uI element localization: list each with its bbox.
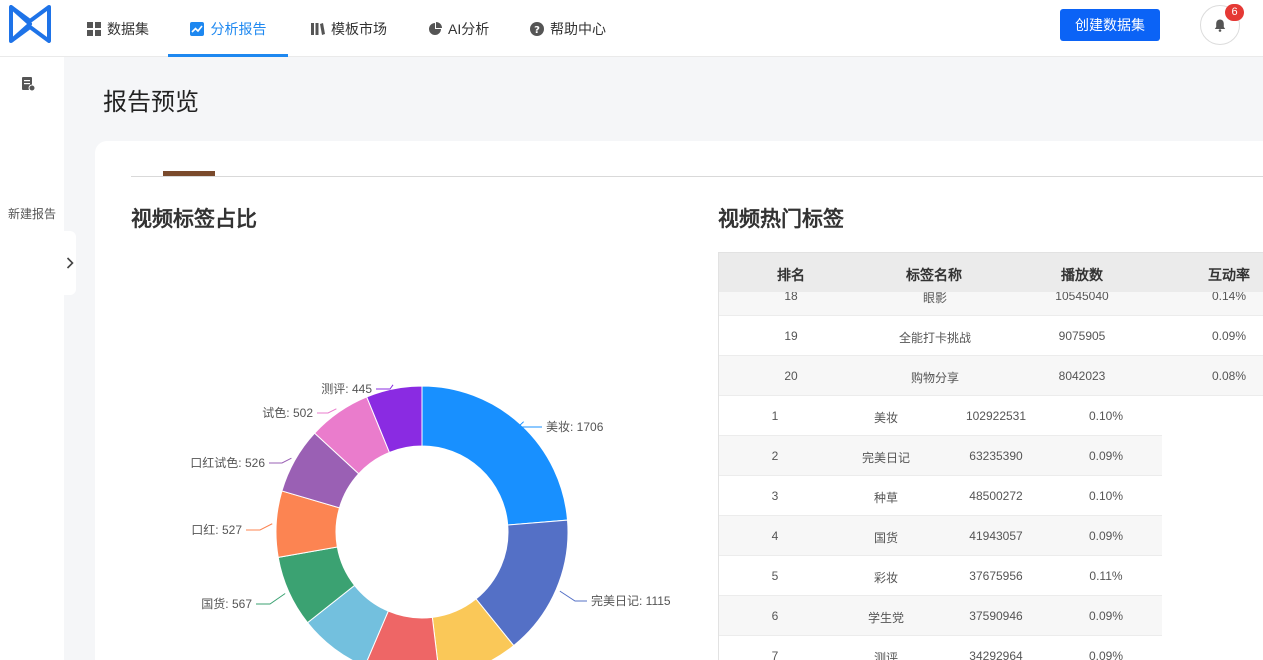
donut-label-leader [317, 408, 337, 414]
donut-label-leader [269, 457, 292, 464]
table-cell: 102922531 [965, 409, 1027, 423]
table-cell: 0.09% [1088, 529, 1124, 543]
table-row[interactable]: 19 全能打卡挑战 9075905 0.09% [719, 316, 1263, 356]
table-cell: 4 [771, 529, 779, 543]
help-icon: ? [529, 21, 544, 36]
new-report-link[interactable]: 新建报告 [0, 205, 64, 222]
table-cell: 购物分享 [910, 371, 959, 385]
table-header-cell[interactable]: 互动率 [1189, 265, 1263, 285]
donut-slice-label: 完美日记: 1115 [591, 593, 671, 608]
grid-icon [86, 21, 101, 36]
nav-item-help-center[interactable]: ? 帮助中心 [529, 0, 606, 57]
report-doc-icon[interactable] [21, 77, 35, 91]
donut-slice-label: 试色: 502 [262, 405, 313, 420]
donut-label-leader [376, 384, 394, 390]
table-cell: 48500272 [969, 489, 1023, 503]
table-cell: 0.10% [1088, 409, 1124, 423]
table-cell: 0.09% [1088, 449, 1124, 463]
table-row[interactable]: 3 种草 48500272 0.10% [719, 476, 1162, 516]
table-cell: 0.09% [1211, 329, 1247, 343]
table-cell: 0.09% [1088, 609, 1124, 623]
donut-label-leader [246, 523, 273, 531]
donut-slice-label: 口红试色: 526 [190, 455, 265, 470]
donut-slice-label: 国货: 567 [201, 596, 252, 611]
donut-slice-label: 测评: 445 [321, 382, 372, 396]
table-cell: 5 [771, 569, 779, 583]
nav-item-label: 分析报告 [210, 20, 267, 37]
table-cell: 7 [771, 649, 779, 660]
nav-item-label: 帮助中心 [550, 20, 606, 37]
video-tag-donut-chart: 美妆: 1706 完美日记: 1115 国货: 567 口红: 527 口红试色: 52… [190, 382, 671, 660]
left-sidebar: 新建报告 [0, 57, 64, 660]
donut-section-title: 视频标签占比 [131, 208, 257, 231]
table-row[interactable]: 6 学生党 37590946 0.09% [719, 596, 1162, 636]
table-cell: 全能打卡挑战 [898, 331, 971, 345]
app-logo-icon[interactable] [9, 5, 51, 43]
table-cell: 彩妆 [873, 571, 898, 585]
trend-icon [190, 21, 205, 36]
table-cell: 63235390 [969, 449, 1023, 463]
section-divider [131, 176, 1263, 177]
notification-count-badge: 6 [1225, 4, 1244, 21]
sidebar-toggle-button[interactable] [64, 231, 76, 295]
table-cell: 2 [771, 449, 779, 463]
table-cell: 测评 [873, 651, 898, 660]
table-header: 排名 标签名称 播放数 互动率 [719, 253, 1263, 292]
nav-item-label: 数据集 [107, 20, 149, 37]
nav-item-label: AI分析 [448, 20, 490, 37]
table-cell: 美妆 [873, 411, 898, 425]
table-cell: 8042023 [1058, 369, 1106, 383]
svg-text:?: ? [534, 25, 540, 36]
table-row[interactable]: 5 彩妆 37675956 0.11% [719, 556, 1162, 596]
donut-slice[interactable] [421, 385, 569, 526]
table-cell: 1 [771, 409, 779, 423]
table-cell: 37590946 [969, 609, 1023, 623]
table-row[interactable]: 7 测评 34292964 0.09% [719, 636, 1162, 660]
template-icon [310, 21, 325, 36]
table-cell: 9075905 [1058, 329, 1106, 343]
donut-slice-label: 美妆: 1706 [546, 420, 604, 434]
hot-tags-table: 排名 标签名称 播放数 互动率 18 眼影 10545040 0.14% 19 全能打卡挑战 90… [718, 252, 1263, 660]
table-section-title: 视频热门标签 [718, 208, 844, 231]
pie-icon [427, 21, 442, 36]
donut-label-leader [256, 593, 286, 605]
nav-item-ai-analysis[interactable]: AI分析 [427, 0, 489, 57]
nav-item-datasets[interactable]: 数据集 [86, 0, 149, 57]
table-header-cell[interactable]: 标签名称 [884, 265, 984, 285]
table-cell: 41943057 [969, 529, 1023, 543]
table-cell: 0.08% [1211, 369, 1247, 383]
bell-icon [1214, 19, 1226, 32]
table-row[interactable]: 20 购物分享 8042023 0.08% [719, 356, 1263, 396]
nav-item-label: 模板市场 [331, 20, 387, 37]
table-row[interactable]: 2 完美日记 63235390 0.09% [719, 436, 1162, 476]
table-cell: 20 [784, 369, 798, 383]
table-cell: 37675956 [969, 569, 1023, 583]
table-cell: 6 [771, 609, 779, 623]
table-header-cell[interactable]: 播放数 [1042, 265, 1122, 285]
table-cell: 种草 [873, 491, 898, 505]
nav-item-reports[interactable]: 分析报告 [168, 0, 288, 57]
donut-slice-label: 口红: 527 [191, 522, 242, 537]
page-title: 报告预览 [103, 89, 199, 116]
table-cell: 学生党 [867, 611, 904, 625]
table-row[interactable]: 4 国货 41943057 0.09% [719, 516, 1162, 556]
table-row[interactable]: 1 美妆 102922531 0.10% [719, 396, 1162, 436]
donut-label-leader [559, 590, 587, 602]
table-cell: 国货 [873, 531, 898, 545]
nav-item-template-market[interactable]: 模板市场 [310, 0, 387, 57]
table-cell: 19 [784, 329, 798, 343]
create-dataset-button[interactable]: 创建数据集 [1060, 9, 1160, 41]
table-cell: 0.11% [1089, 569, 1123, 583]
table-cell: 0.09% [1088, 649, 1124, 660]
table-cell: 3 [771, 489, 779, 503]
table-cell: 0.10% [1088, 489, 1124, 503]
table-header-cell[interactable]: 排名 [771, 265, 811, 285]
table-cell: 34292964 [969, 649, 1023, 660]
table-cell: 完美日记 [861, 451, 910, 465]
chevron-right-icon [66, 257, 74, 269]
top-navigation-bar: 数据集 分析报告 模板市场 AI分析 ? 帮助中心 创建数据集 6 [0, 0, 1263, 57]
